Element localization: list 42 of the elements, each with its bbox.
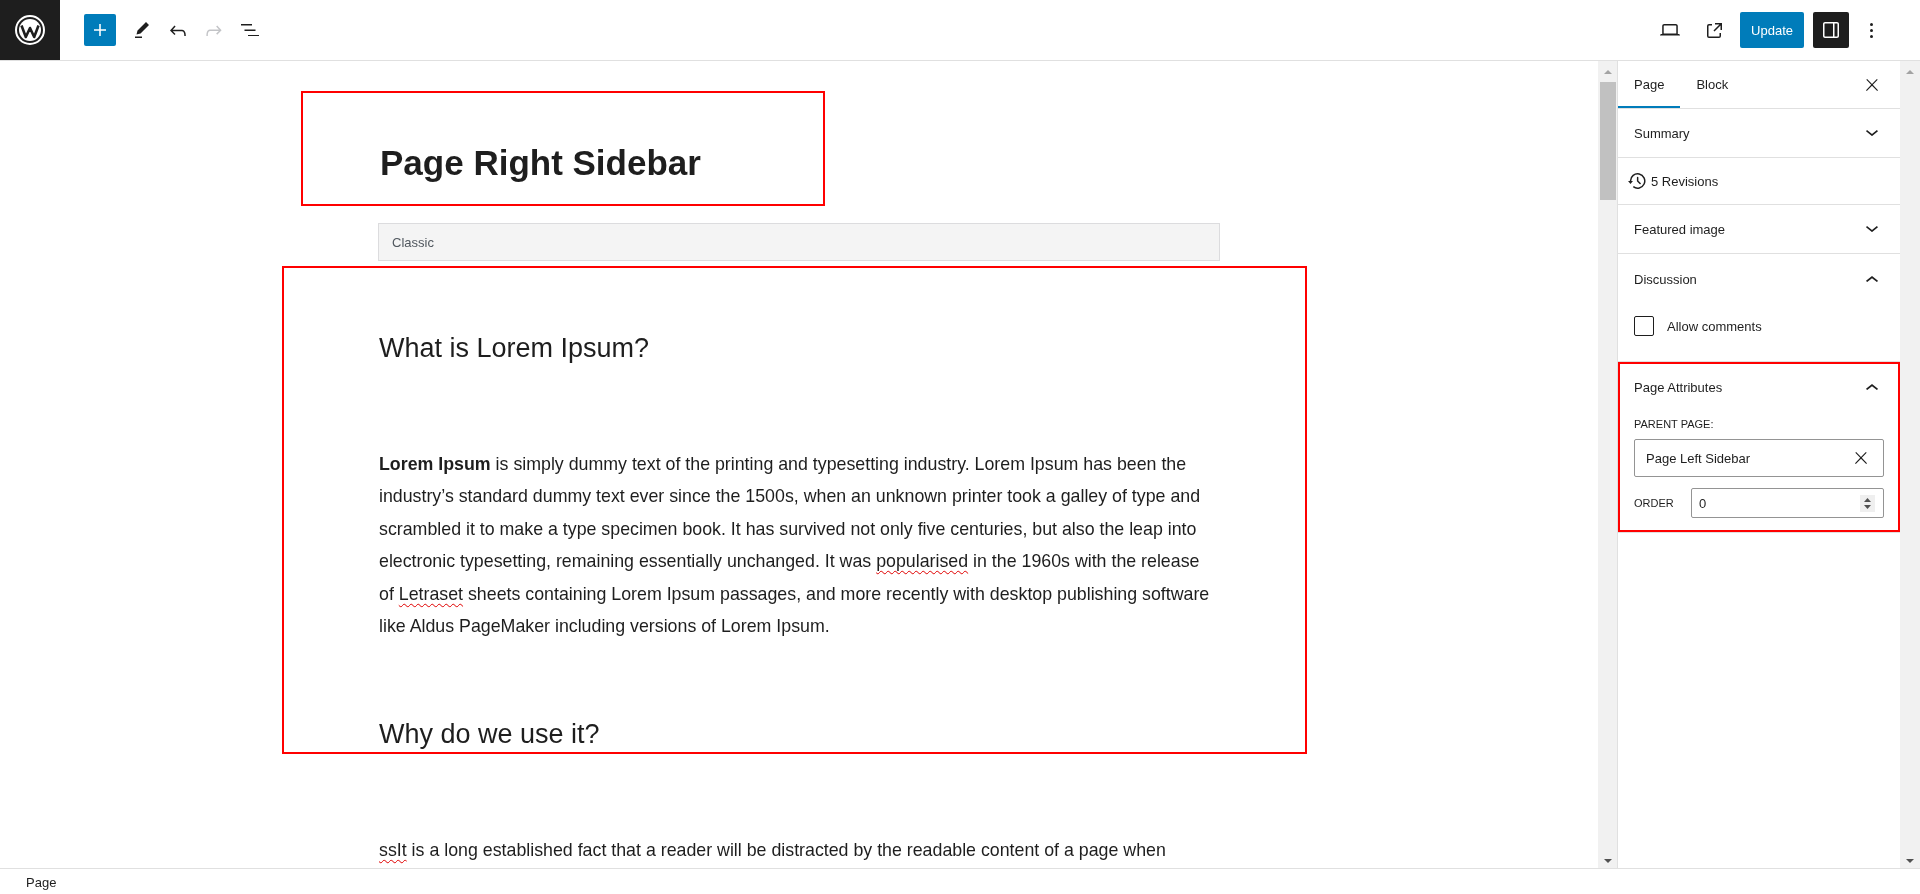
parent-page-field[interactable]: Page Left Sidebar [1634,439,1884,477]
sidebar-icon [1823,22,1839,38]
panel-toggle[interactable]: Page Attributes [1618,362,1900,412]
logo-button[interactable] [0,0,60,60]
laptop-icon[interactable] [1660,24,1681,36]
paragraph: Lorem Ipsum is simply dummy text of the printing and typesetting industry. Lorem Ipsum has been the industry’s standard dummy text ever since the 1500s, when an unknown printer took a galley of type and scrambled it to make a type specimen book. It has survived not only five centuries, but also the leap into electronic typesetting, remaining essentially unchanged. It was popularised in the 1960s with the release of Letraset sheets containing Lorem Ipsum passages, and more recently with desktop publishing software like Aldus PageMaker including versions of Lorem Ipsum. [379,453,1211,639]
breadcrumb-item[interactable]: Page [26,875,57,890]
history-icon [1628,173,1646,189]
spinner-icon[interactable] [1860,494,1875,512]
update-button[interactable]: Update [1740,12,1804,48]
add-block-button[interactable] [84,14,116,46]
paragraph: ssIt is a long established fact that a reader will be distracted by the readable content of a page when [379,839,1167,863]
panel-toggle[interactable]: Featured image [1618,205,1900,253]
heading: What is Lorem Ipsum? [379,332,651,365]
order-field[interactable]: 0 [1691,488,1884,518]
tab[interactable]: Block [1680,61,1745,108]
settings-toggle-button[interactable] [1813,12,1849,48]
list-icon[interactable] [241,23,259,37]
close-icon[interactable] [1855,452,1867,464]
checkbox-label: Allow comments [1667,318,1762,334]
plus-icon [94,24,106,36]
close-icon[interactable] [1866,78,1878,91]
heading: Why do we use it? [379,718,601,752]
panel-toggle[interactable]: Summary [1618,109,1900,157]
more-icon[interactable] [1869,22,1873,38]
revisions-button[interactable]: 5 Revisions [1626,173,1719,189]
tab[interactable]: Page [1618,61,1681,108]
field-label: PARENT PAGE: [1634,417,1715,432]
logo-icon [15,15,45,45]
triangle-down-icon[interactable] [1603,859,1612,863]
field-label: ORDER [1634,497,1675,509]
scrollbar-thumb[interactable] [1599,82,1616,200]
pencil-icon[interactable] [135,22,149,38]
page-title: Page Right Sidebar [380,142,701,184]
undo-icon[interactable] [170,24,186,36]
scrollbar[interactable] [1900,61,1920,868]
scrollbar[interactable] [1598,61,1617,868]
external-link-icon[interactable] [1706,22,1722,38]
checkbox[interactable] [1634,316,1654,336]
classic-block-bar: Classic [378,223,1220,261]
panel-toggle[interactable]: Discussion [1618,254,1900,304]
triangle-down-icon[interactable] [1906,859,1914,863]
